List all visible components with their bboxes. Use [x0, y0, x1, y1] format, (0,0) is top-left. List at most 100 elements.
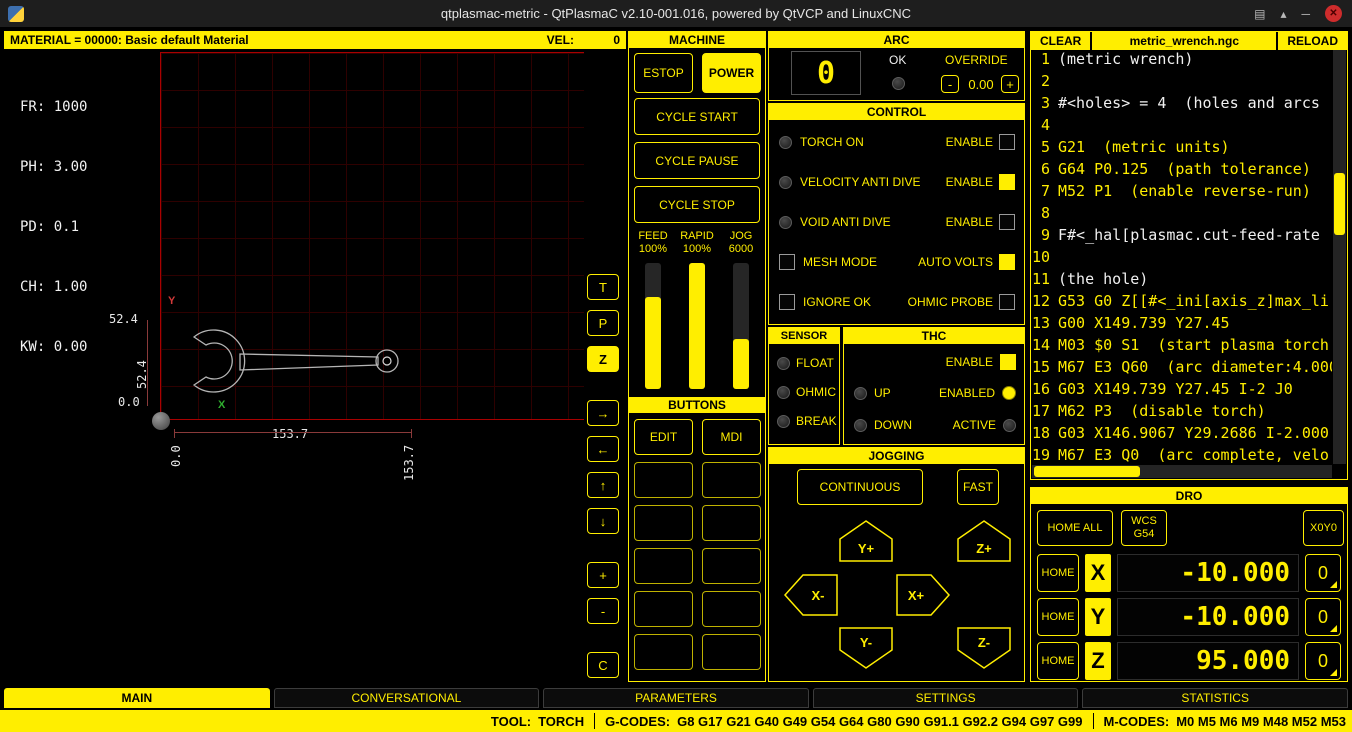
- gcode-clear-button[interactable]: CLEAR: [1031, 32, 1090, 50]
- jog-y-plus-button[interactable]: Y+: [838, 519, 894, 563]
- zero-xy-button[interactable]: X0Y0: [1303, 510, 1344, 546]
- gcode-line[interactable]: 5G21 (metric units): [1032, 138, 1332, 160]
- jog-z-plus-button[interactable]: Z+: [956, 519, 1012, 563]
- custom-button-slot[interactable]: [634, 591, 693, 627]
- gcode-line[interactable]: 1(metric wrench): [1032, 50, 1332, 72]
- jog-mode-select[interactable]: CONTINUOUS: [797, 469, 923, 505]
- gcode-line[interactable]: 4: [1032, 116, 1332, 138]
- home-x-button[interactable]: HOME: [1037, 554, 1079, 592]
- jog-fast-button[interactable]: FAST: [957, 469, 999, 505]
- jog-z-minus-button[interactable]: Z-: [956, 626, 1012, 670]
- sensor-break: BREAK: [777, 413, 835, 429]
- side-button-+[interactable]: +: [587, 562, 619, 588]
- ohmic-probe-checkbox[interactable]: [999, 294, 1015, 310]
- home-z-button[interactable]: HOME: [1037, 642, 1079, 680]
- custom-button-slot[interactable]: [702, 505, 761, 541]
- home-y-button[interactable]: HOME: [1037, 598, 1079, 636]
- power-button[interactable]: POWER: [702, 53, 761, 93]
- gcode-line[interactable]: 14M03 $0 S1 (start plasma torch: [1032, 336, 1332, 358]
- origin-marker: [152, 412, 170, 430]
- custom-button-slot[interactable]: [634, 462, 693, 498]
- gcode-reload-button[interactable]: RELOAD: [1278, 32, 1347, 50]
- gcode-line[interactable]: 3#<holes> = 4 (holes and arcs: [1032, 94, 1332, 116]
- auto-volts-checkbox[interactable]: [999, 254, 1015, 270]
- velocity-enable-checkbox[interactable]: [999, 174, 1015, 190]
- slider-jog[interactable]: [733, 263, 749, 389]
- side-button-P[interactable]: P: [587, 310, 619, 336]
- gcode-line[interactable]: 19M67 E3 Q0 (arc complete, velo: [1032, 446, 1332, 464]
- mesh-mode-checkbox[interactable]: [779, 254, 795, 270]
- wcs-button[interactable]: WCS G54: [1121, 510, 1167, 546]
- estop-button[interactable]: ESTOP: [634, 53, 693, 93]
- tab-settings[interactable]: SETTINGS: [813, 688, 1079, 708]
- material-label: MATERIAL = 00000: Basic default Material: [10, 33, 249, 47]
- material-selector-bar[interactable]: MATERIAL = 00000: Basic default Material…: [4, 31, 626, 49]
- override-minus-button[interactable]: -: [941, 75, 959, 93]
- cycle-stop-button[interactable]: CYCLE STOP: [634, 186, 760, 223]
- gcode-line[interactable]: 8: [1032, 204, 1332, 226]
- side-button-↓[interactable]: ↓: [587, 508, 619, 534]
- vscroll-thumb[interactable]: [1334, 173, 1345, 235]
- side-button-C[interactable]: C: [587, 652, 619, 678]
- gcode-line[interactable]: 12G53 G0 Z[[#<_ini[axis_z]max_li: [1032, 292, 1332, 314]
- side-button-T[interactable]: T: [587, 274, 619, 300]
- gcode-line[interactable]: 6G64 P0.125 (path tolerance): [1032, 160, 1332, 182]
- slider-rapid[interactable]: [689, 263, 705, 389]
- side-button-←[interactable]: ←: [587, 436, 619, 462]
- gcode-filename[interactable]: metric_wrench.ngc: [1092, 32, 1276, 50]
- mdi-button[interactable]: MDI: [702, 419, 761, 455]
- jog-x-plus-button[interactable]: X+: [895, 573, 951, 617]
- gcode-line[interactable]: 18G03 X146.9067 Y29.2686 I-2.000: [1032, 424, 1332, 446]
- jog-y-minus-button[interactable]: Y-: [838, 626, 894, 670]
- custom-button-slot[interactable]: [634, 634, 693, 670]
- override-plus-button[interactable]: +: [1001, 75, 1019, 93]
- side-button--[interactable]: -: [587, 598, 619, 624]
- gcode-line[interactable]: 13G00 X149.739 Y27.45: [1032, 314, 1332, 336]
- tab-statistics[interactable]: STATISTICS: [1082, 688, 1348, 708]
- zero-z-button[interactable]: 0: [1305, 642, 1341, 680]
- tab-main[interactable]: MAIN: [4, 688, 270, 708]
- custom-button-slot[interactable]: [634, 548, 693, 584]
- gcode-vertical-scrollbar[interactable]: [1333, 50, 1346, 464]
- custom-button-slot[interactable]: [634, 505, 693, 541]
- slider-feed[interactable]: [645, 263, 661, 389]
- minimize-button[interactable]: ─: [1301, 8, 1310, 20]
- gcode-line[interactable]: 16G03 X149.739 Y27.45 I-2 J0: [1032, 380, 1332, 402]
- tab-parameters[interactable]: PARAMETERS: [543, 688, 809, 708]
- torch-enable-checkbox[interactable]: [999, 134, 1015, 150]
- gcode-line[interactable]: 2: [1032, 72, 1332, 94]
- side-button-→[interactable]: →: [587, 400, 619, 426]
- close-button[interactable]: ✕: [1325, 5, 1342, 22]
- side-button-↑[interactable]: ↑: [587, 472, 619, 498]
- tab-conversational[interactable]: CONVERSATIONAL: [274, 688, 540, 708]
- gcode-line[interactable]: 10: [1032, 248, 1332, 270]
- ignore-ok-checkbox[interactable]: [779, 294, 795, 310]
- cycle-pause-button[interactable]: CYCLE PAUSE: [634, 142, 760, 179]
- menu-icon[interactable]: ▤: [1254, 8, 1265, 20]
- jog-x-minus-button[interactable]: X-: [783, 573, 839, 617]
- custom-button-slot[interactable]: [702, 634, 761, 670]
- zero-y-button[interactable]: 0: [1305, 598, 1341, 636]
- home-all-button[interactable]: HOME ALL: [1037, 510, 1113, 546]
- side-button-Z[interactable]: Z: [587, 346, 619, 372]
- custom-button-slot[interactable]: [702, 591, 761, 627]
- cycle-start-button[interactable]: CYCLE START: [634, 98, 760, 135]
- custom-button-slot[interactable]: [702, 462, 761, 498]
- gcode-line[interactable]: 11(the hole): [1032, 270, 1332, 292]
- svg-text:X+: X+: [908, 588, 925, 603]
- shade-icon[interactable]: ▴: [1280, 8, 1286, 20]
- gcode-horizontal-scrollbar[interactable]: [1032, 465, 1332, 478]
- edit-button[interactable]: EDIT: [634, 419, 693, 455]
- zero-x-button[interactable]: 0: [1305, 554, 1341, 592]
- void-enable-checkbox[interactable]: [999, 214, 1015, 230]
- gcode-line[interactable]: 15M67 E3 Q60 (arc diameter:4.000: [1032, 358, 1332, 380]
- gcode-line[interactable]: 9F#<_hal[plasmac.cut-feed-rate: [1032, 226, 1332, 248]
- gcode-lines[interactable]: 1(metric wrench)23#<holes> = 4 (holes an…: [1032, 50, 1332, 464]
- hscroll-thumb[interactable]: [1034, 466, 1140, 477]
- gcode-line[interactable]: 17M62 P3 (disable torch): [1032, 402, 1332, 424]
- slider-label-feed: FEED100%: [631, 230, 675, 256]
- custom-button-slot[interactable]: [702, 548, 761, 584]
- gcode-preview-area[interactable]: FR: 1000 PH: 3.00 PD: 0.1 CH: 1.00 KW: 0…: [4, 49, 584, 682]
- gcode-line[interactable]: 7M52 P1 (enable reverse-run): [1032, 182, 1332, 204]
- thc-enable-checkbox[interactable]: [1000, 354, 1016, 370]
